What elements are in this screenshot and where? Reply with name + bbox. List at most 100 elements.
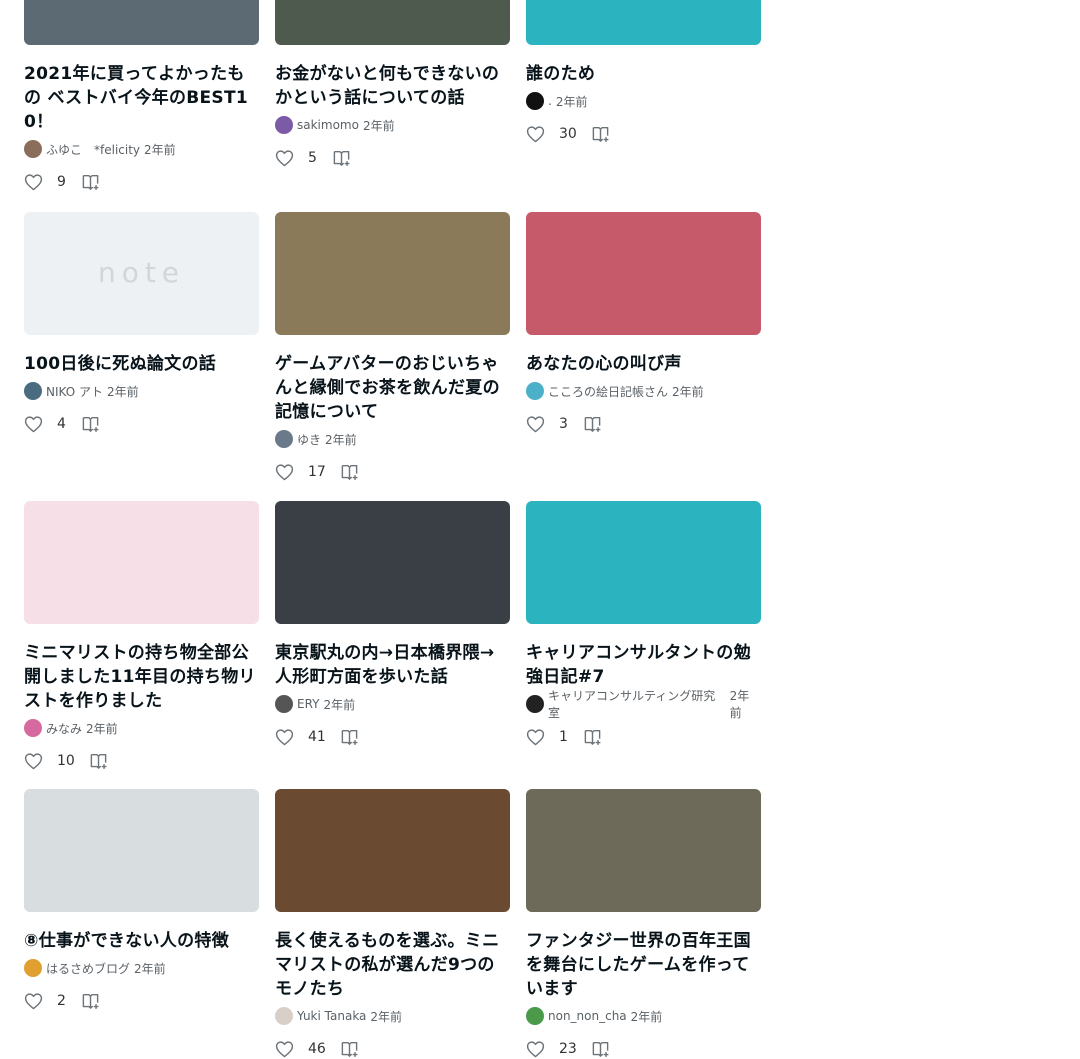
author-name[interactable]: sakimomo xyxy=(297,118,359,132)
article-title[interactable]: ミニマリストの持ち物全部公開しました11年目の持ち物リストを作りました xyxy=(24,641,259,713)
add-to-magazine-icon[interactable] xyxy=(81,992,100,1010)
post-age: 2年前 xyxy=(107,384,139,399)
like-button[interactable]: 9 xyxy=(24,173,67,191)
author-avatar[interactable] xyxy=(275,1007,293,1025)
post-age: 2年前 xyxy=(555,94,588,109)
like-button[interactable]: 2 xyxy=(24,992,67,1010)
article-title[interactable]: ⑧仕事ができない人の特徴 xyxy=(24,929,259,953)
add-to-magazine-icon[interactable] xyxy=(340,463,359,481)
like-button[interactable]: 5 xyxy=(275,149,318,167)
author-avatar[interactable] xyxy=(24,719,42,737)
article-thumbnail[interactable] xyxy=(526,501,761,624)
author-name[interactable]: ERY xyxy=(297,697,319,711)
article-thumbnail[interactable] xyxy=(275,0,510,45)
add-to-magazine-icon[interactable] xyxy=(81,415,100,433)
heart-icon xyxy=(24,415,43,433)
article-thumbnail[interactable]: note xyxy=(24,212,259,335)
add-to-magazine-icon[interactable] xyxy=(591,1040,610,1058)
like-button[interactable]: 3 xyxy=(526,415,569,433)
like-button[interactable]: 10 xyxy=(24,752,75,770)
article-title[interactable]: ゲームアバターのおじいちゃんと縁側でお茶を飲んだ夏の記憶について xyxy=(275,352,510,424)
article-meta: sakimomo 2年前 xyxy=(275,116,510,134)
post-age: 2年前 xyxy=(325,432,357,447)
heart-icon xyxy=(526,728,545,746)
article-card[interactable]: ゲームアバターのおじいちゃんと縁側でお茶を飲んだ夏の記憶についてゆき 2年前 17 xyxy=(275,212,510,482)
author-name[interactable]: みなみ xyxy=(46,720,82,737)
author-avatar[interactable] xyxy=(526,382,544,400)
article-title[interactable]: ファンタジー世界の百年王国を舞台にしたゲームを作っています xyxy=(526,929,761,1001)
article-title[interactable]: お金がないと何もできないのかという話についての話 xyxy=(275,62,510,110)
article-actions: 41 xyxy=(275,727,510,747)
article-card[interactable]: ミニマリストの持ち物全部公開しました11年目の持ち物リストを作りました みなみ 2年… xyxy=(24,501,259,771)
like-button[interactable]: 46 xyxy=(275,1040,326,1058)
article-card[interactable]: キャリアコンサルタントの勉強日記#7 キャリアコンサルティング研究室 2年前 1 xyxy=(526,501,761,747)
article-meta: こころの絵日記帳さん 2年前 xyxy=(526,382,761,400)
article-card[interactable]: 東京駅丸の内→日本橋界隈→人形町方面を歩いた話 ERY 2年前 41 xyxy=(275,501,510,747)
author-name[interactable]: NIKO アト xyxy=(46,383,103,400)
like-button[interactable]: 1 xyxy=(526,728,569,746)
like-button[interactable]: 4 xyxy=(24,415,67,433)
author-name[interactable]: こころの絵日記帳さん xyxy=(548,383,668,400)
article-thumbnail[interactable] xyxy=(24,0,259,45)
article-card[interactable]: ⑧仕事ができない人の特徴 はるさめブログ 2年前 2 xyxy=(24,789,259,1011)
article-card[interactable]: 長く使えるものを選ぶ。ミニマリストの私が選んだ9つのモノたち Yuki Tanak… xyxy=(275,789,510,1059)
article-thumbnail[interactable] xyxy=(526,212,761,335)
add-to-magazine-icon[interactable] xyxy=(332,149,351,167)
article-title[interactable]: 2021年に買ってよかったもの ベストバイ今年のBEST10！ xyxy=(24,62,259,134)
article-title[interactable]: 東京駅丸の内→日本橋界隈→人形町方面を歩いた話 xyxy=(275,641,510,689)
article-actions: 3 xyxy=(526,414,761,434)
like-count: 5 xyxy=(308,150,317,166)
like-button[interactable]: 17 xyxy=(275,463,326,481)
author-name[interactable]: . xyxy=(548,94,552,108)
post-age: 2年前 xyxy=(630,1009,663,1024)
article-thumbnail[interactable] xyxy=(275,789,510,912)
article-actions: 23 xyxy=(526,1039,761,1059)
article-card[interactable]: お金がないと何もできないのかという話についての話 sakimomo 2年前 5 xyxy=(275,0,510,168)
article-card[interactable]: ファンタジー世界の百年王国を舞台にしたゲームを作っています non_non_cha… xyxy=(526,789,761,1059)
article-actions: 4 xyxy=(24,414,259,434)
article-title[interactable]: あなたの心の叫び声 xyxy=(526,352,761,376)
like-button[interactable]: 41 xyxy=(275,728,326,746)
article-card[interactable]: 2021年に買ってよかったもの ベストバイ今年のBEST10！ ふゆこ *feli… xyxy=(24,0,259,192)
like-count: 30 xyxy=(559,126,577,142)
article-thumbnail[interactable] xyxy=(275,212,510,335)
author-avatar[interactable] xyxy=(24,140,42,158)
author-name[interactable]: ゆき xyxy=(297,431,321,448)
author-avatar[interactable] xyxy=(526,1007,544,1025)
like-button[interactable]: 23 xyxy=(526,1040,577,1058)
article-actions: 2 xyxy=(24,991,259,1011)
article-thumbnail[interactable] xyxy=(24,501,259,624)
add-to-magazine-icon[interactable] xyxy=(340,728,359,746)
article-title[interactable]: キャリアコンサルタントの勉強日記#7 xyxy=(526,641,761,689)
author-name[interactable]: ふゆこ *felicity xyxy=(46,141,140,158)
add-to-magazine-icon[interactable] xyxy=(81,173,100,191)
author-name[interactable]: はるさめブログ xyxy=(46,960,130,977)
author-avatar[interactable] xyxy=(526,695,544,713)
author-avatar[interactable] xyxy=(526,92,544,110)
author-avatar[interactable] xyxy=(24,382,42,400)
add-to-magazine-icon[interactable] xyxy=(591,125,610,143)
article-thumbnail[interactable] xyxy=(526,789,761,912)
article-title[interactable]: 100日後に死ぬ論文の話 xyxy=(24,352,259,376)
article-thumbnail[interactable] xyxy=(24,789,259,912)
article-card[interactable]: note 100日後に死ぬ論文の話 NIKO アト 2年前 4 xyxy=(24,212,259,434)
author-avatar[interactable] xyxy=(275,116,293,134)
author-avatar[interactable] xyxy=(275,695,293,713)
author-avatar[interactable] xyxy=(24,959,42,977)
article-card[interactable]: あなたの心の叫び声こころの絵日記帳さん 2年前 3 xyxy=(526,212,761,434)
like-button[interactable]: 30 xyxy=(526,125,577,143)
add-to-magazine-icon[interactable] xyxy=(583,415,602,433)
add-to-magazine-icon[interactable] xyxy=(340,1040,359,1058)
article-title[interactable]: 誰のため xyxy=(526,62,761,86)
add-to-magazine-icon[interactable] xyxy=(583,728,602,746)
article-meta: Yuki Tanaka 2年前 xyxy=(275,1007,510,1025)
article-title[interactable]: 長く使えるものを選ぶ。ミニマリストの私が選んだ9つのモノたち xyxy=(275,929,510,1001)
article-card[interactable]: 誰のため. 2年前 30 xyxy=(526,0,761,144)
author-name[interactable]: キャリアコンサルティング研究室 xyxy=(548,687,726,721)
author-name[interactable]: non_non_cha xyxy=(548,1009,627,1023)
author-name[interactable]: Yuki Tanaka xyxy=(297,1009,366,1023)
author-avatar[interactable] xyxy=(275,430,293,448)
article-thumbnail[interactable] xyxy=(275,501,510,624)
add-to-magazine-icon[interactable] xyxy=(89,752,108,770)
article-thumbnail[interactable] xyxy=(526,0,761,45)
